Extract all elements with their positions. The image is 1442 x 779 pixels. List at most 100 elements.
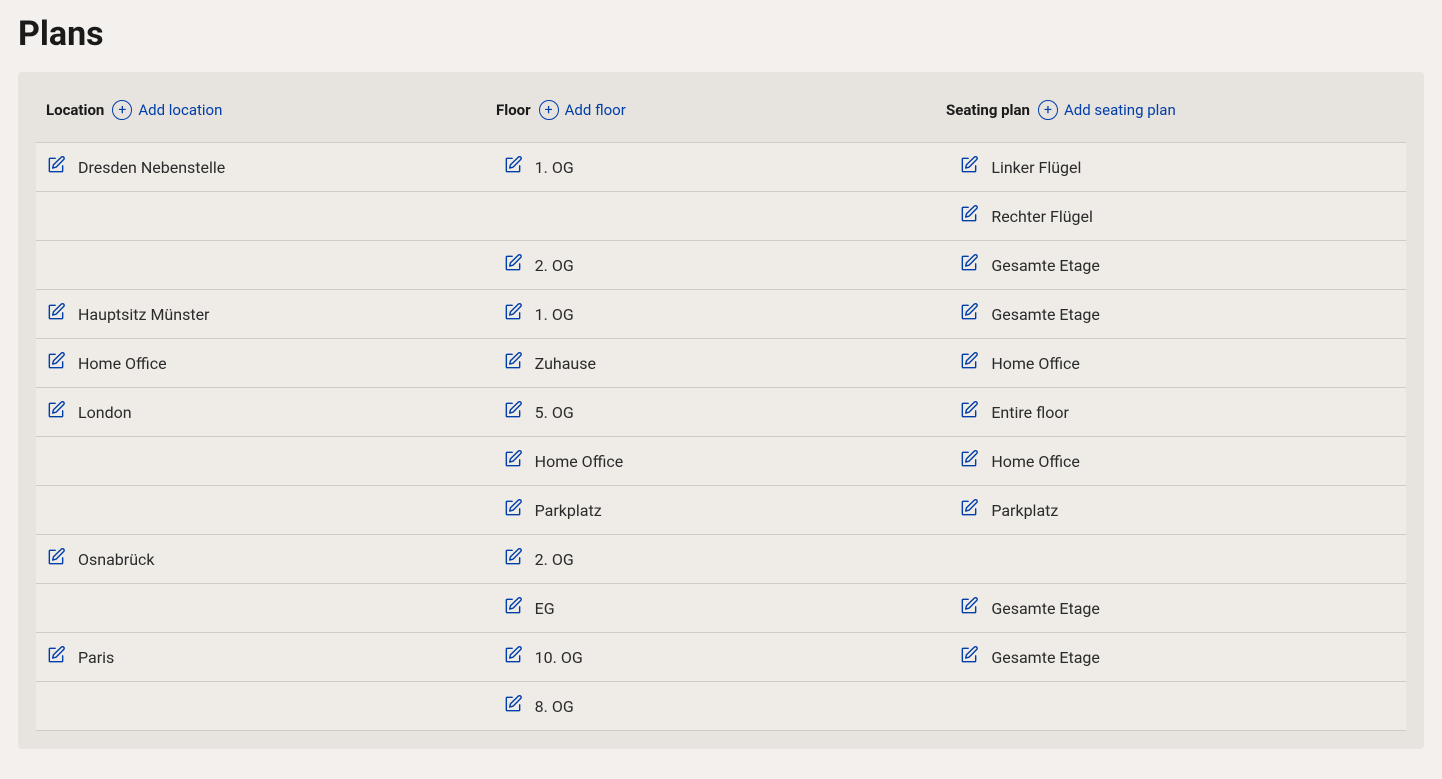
add-location-label: Add location [138,101,222,119]
floor-cell: 2. OG [493,241,950,289]
edit-icon[interactable] [503,351,523,375]
seating-label: Gesamte Etage [991,256,1100,275]
table-row: Home OfficeHome Office [36,436,1406,485]
seating-cell [949,682,1406,730]
edit-icon[interactable] [503,645,523,669]
edit-icon [46,596,66,620]
floor-label: 2. OG [535,550,574,569]
table-row: EG Gesamte Etage [36,583,1406,632]
edit-icon[interactable] [959,155,979,179]
location-label: Dresden Nebenstelle [78,158,225,177]
floor-label: 2. OG [535,256,574,275]
edit-icon[interactable] [959,645,979,669]
location-cell: Dresden Nebenstelle [36,143,493,191]
plans-panel: Location Add location Floor Add floor Se… [18,72,1424,749]
page-title: Plans [18,0,1424,72]
floor-label: 10. OG [535,648,583,667]
table-row: Paris 10. OG Gesamte Etage [36,632,1406,681]
seating-label: Gesamte Etage [991,599,1100,618]
seating-label: Gesamte Etage [991,305,1100,324]
edit-icon[interactable] [503,253,523,277]
add-floor-button[interactable]: Add floor [539,100,626,120]
seating-label: Rechter Flügel [991,207,1093,226]
edit-icon [503,204,523,228]
floor-header-label: Floor [496,101,531,119]
edit-icon[interactable] [959,302,979,326]
location-label: Paris [78,648,114,667]
column-header-row: Location Add location Floor Add floor Se… [36,90,1406,142]
floor-cell: EG [493,584,950,632]
floor-header: Floor Add floor [496,100,946,120]
edit-icon[interactable] [46,400,66,424]
floor-cell: 10. OG [493,633,950,681]
table-row: 8. OG [36,681,1406,731]
edit-icon[interactable] [46,351,66,375]
floor-cell: 8. OG [493,682,950,730]
edit-icon [959,547,979,571]
location-cell [36,192,493,240]
location-cell [36,584,493,632]
edit-icon[interactable] [503,155,523,179]
table-row: Hauptsitz Münster 1. OG Gesamte Etage [36,289,1406,338]
location-label: Osnabrück [78,550,155,569]
edit-icon[interactable] [46,302,66,326]
seating-cell: Home Office [949,437,1406,485]
table-row: London5. OGEntire floor [36,387,1406,436]
seating-cell: Parkplatz [949,486,1406,534]
edit-icon [46,449,66,473]
edit-icon [46,253,66,277]
floor-cell: Zuhause [493,339,950,387]
edit-icon[interactable] [959,400,979,424]
add-seating-button[interactable]: Add seating plan [1038,100,1176,120]
seating-cell: Gesamte Etage [949,290,1406,338]
floor-cell [493,192,950,240]
location-cell [36,437,493,485]
floor-label: 5. OG [535,403,574,422]
edit-icon[interactable] [503,400,523,424]
edit-icon[interactable] [959,204,979,228]
floor-label: Parkplatz [535,501,602,520]
seating-cell: Gesamte Etage [949,584,1406,632]
location-header-label: Location [46,101,104,119]
edit-icon[interactable] [503,302,523,326]
edit-icon[interactable] [46,645,66,669]
location-cell: Home Office [36,339,493,387]
seating-label: Home Office [991,452,1080,471]
edit-icon[interactable] [46,155,66,179]
table-row: Home OfficeZuhauseHome Office [36,338,1406,387]
location-label: London [78,403,132,422]
plus-icon [539,100,559,120]
edit-icon[interactable] [503,449,523,473]
edit-icon[interactable] [503,694,523,718]
edit-icon[interactable] [959,596,979,620]
floor-cell: 1. OG [493,290,950,338]
edit-icon[interactable] [503,498,523,522]
location-cell [36,486,493,534]
location-cell: London [36,388,493,436]
floor-cell: 2. OG [493,535,950,583]
floor-label: 1. OG [535,158,574,177]
location-label: Hauptsitz Münster [78,305,209,324]
seating-cell: Gesamte Etage [949,241,1406,289]
add-location-button[interactable]: Add location [112,100,222,120]
seating-label: Gesamte Etage [991,648,1100,667]
edit-icon [959,694,979,718]
table-row: Rechter Flügel [36,191,1406,240]
table-row: Osnabrück 2. OG [36,534,1406,583]
location-header: Location Add location [46,100,496,120]
floor-cell: Parkplatz [493,486,950,534]
edit-icon[interactable] [46,547,66,571]
floor-label: EG [535,599,555,618]
seating-header-label: Seating plan [946,101,1030,119]
edit-icon[interactable] [959,498,979,522]
seating-cell [949,535,1406,583]
add-seating-label: Add seating plan [1064,101,1176,119]
seating-cell: Linker Flügel [949,143,1406,191]
edit-icon[interactable] [959,449,979,473]
edit-icon[interactable] [503,547,523,571]
seating-label: Home Office [991,354,1080,373]
edit-icon[interactable] [959,253,979,277]
edit-icon[interactable] [503,596,523,620]
plus-icon [112,100,132,120]
edit-icon[interactable] [959,351,979,375]
